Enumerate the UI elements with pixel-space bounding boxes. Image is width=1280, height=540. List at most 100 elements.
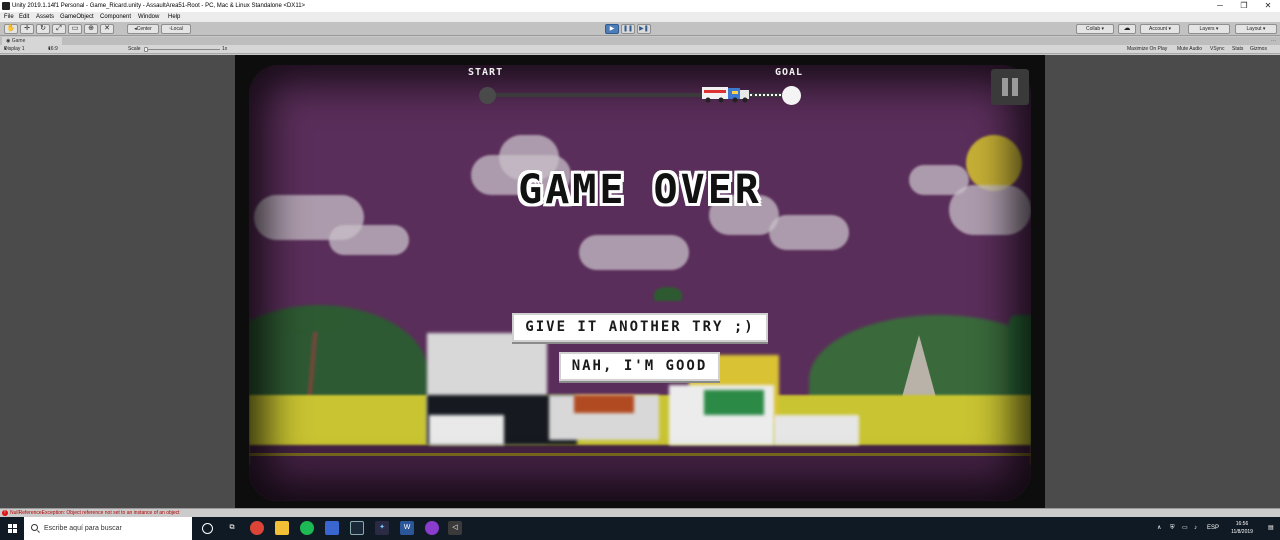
main-toolbar: ✋ ✛ ↻ ⤢ ▭ ⊕ ✕ ◂Center ▫Local ▶ ❚❚ ▶❚ Col… (0, 22, 1280, 36)
red-car (574, 395, 634, 413)
progress-start-label: START (468, 67, 504, 78)
stats-toggle[interactable]: Stats (1232, 45, 1243, 54)
scale-slider-track[interactable] (144, 49, 220, 50)
account-label: Account (1149, 26, 1168, 32)
vsync-toggle[interactable]: VSync (1210, 45, 1224, 54)
maximize-on-play-toggle[interactable]: Maximize On Play (1127, 45, 1167, 54)
cloud (769, 215, 849, 250)
progress-goal-label: GOAL (775, 67, 804, 78)
game-viewport (0, 55, 1280, 508)
white-car (774, 415, 859, 445)
menu-help[interactable]: Help (168, 12, 180, 22)
transform-tool-icon[interactable]: ⊕ (84, 24, 98, 34)
pivot-local-button[interactable]: ▫Local (161, 24, 191, 34)
task-view-icon[interactable]: ⧉ (225, 521, 239, 535)
visual-studio-icon[interactable]: ✦ (375, 521, 389, 535)
hand-tool-icon[interactable]: ✋ (4, 24, 18, 34)
file-explorer-icon[interactable] (275, 521, 289, 535)
chrome-icon[interactable] (250, 521, 264, 535)
pivot-center-button[interactable]: ◂Center (127, 24, 159, 34)
rotate-tool-icon[interactable]: ↻ (36, 24, 50, 34)
steam-icon[interactable] (350, 521, 364, 535)
maximize-icon[interactable]: ❐ (1232, 0, 1256, 12)
layers-label: Layers (1199, 26, 1215, 32)
custom-tool-icon[interactable]: ✕ (100, 24, 114, 34)
cortana-icon[interactable] (202, 523, 213, 534)
game-tab-strip: ◉ Game ⋯ (0, 37, 1280, 45)
crt-screen (249, 65, 1031, 501)
app-icon[interactable] (425, 521, 439, 535)
language-indicator[interactable]: ESP (1207, 517, 1219, 540)
menu-window[interactable]: Window (138, 12, 159, 22)
window-title: Unity 2019.1.14f1 Personal - Game_Ricard… (12, 3, 306, 9)
progress-truck-icon (702, 87, 749, 103)
pause-button[interactable]: ❚❚ (621, 24, 635, 34)
notifications-icon[interactable]: ▤ (1268, 517, 1274, 540)
console-error-message: NullReferenceException: Object reference… (10, 510, 180, 516)
spotify-icon[interactable] (300, 521, 314, 535)
move-tool-icon[interactable]: ✛ (20, 24, 34, 34)
mail-icon[interactable] (325, 521, 339, 535)
scale-slider-handle[interactable] (144, 47, 148, 52)
windows-logo-icon (8, 524, 12, 528)
unity-taskbar-icon[interactable]: ◁ (448, 521, 462, 535)
console-status-bar[interactable]: ! NullReferenceException: Object referen… (0, 508, 1280, 517)
start-button[interactable] (0, 517, 24, 540)
taskbar-search-box[interactable]: Escribe aquí para buscar (24, 517, 192, 540)
game-view-toolbar: Display 1 ▾ 16:9 ▾ Scale 1x Maximize On … (0, 45, 1280, 54)
game-over-title: GAME OVER (518, 167, 762, 213)
windows-taskbar: Escribe aquí para buscar ⧉ ✦ W ◁ ∧ ⛨ ▭ ♪… (0, 517, 1280, 540)
close-icon[interactable]: ✕ (1256, 0, 1280, 12)
scale-label: Scale (128, 46, 141, 52)
aspect-dropdown[interactable]: 16:9 ▾ (48, 45, 58, 54)
menu-edit[interactable]: Edit (19, 12, 29, 22)
scale-tool-icon[interactable]: ⤢ (52, 24, 66, 34)
account-dropdown[interactable]: Account ▾ (1140, 24, 1180, 34)
tab-menu-icon[interactable]: ⋯ (1271, 37, 1276, 45)
play-button[interactable]: ▶ (605, 24, 619, 34)
tab-game[interactable]: ◉ Game (2, 37, 62, 45)
pivot-label: Center (136, 26, 152, 32)
menu-component[interactable]: Component (100, 12, 131, 22)
step-button[interactable]: ▶❚ (637, 24, 651, 34)
gizmos-dropdown[interactable]: Gizmos (1250, 45, 1267, 54)
clock-time: 16:56 (1235, 521, 1249, 527)
mute-audio-toggle[interactable]: Mute Audio (1177, 45, 1202, 54)
cloud (329, 225, 409, 255)
cloud-icon[interactable]: ☁ (1118, 24, 1136, 34)
progress-goal-marker (782, 86, 801, 105)
palm-leaves (654, 287, 682, 301)
menu-gameobject[interactable]: GameObject (60, 12, 94, 22)
menu-assets[interactable]: Assets (36, 12, 54, 22)
cactus (1009, 315, 1031, 395)
battery-icon[interactable]: ▭ (1182, 517, 1188, 540)
search-icon (31, 524, 38, 531)
pause-game-button[interactable] (991, 69, 1029, 105)
layout-dropdown[interactable]: Layout ▾ (1235, 24, 1277, 34)
space-label: Local (170, 26, 183, 32)
quit-button[interactable]: NAH, I'M GOOD (559, 352, 720, 381)
word-icon[interactable]: W (400, 521, 414, 535)
palm-leaves (284, 310, 344, 332)
game-canvas[interactable] (235, 55, 1045, 508)
window-titlebar: Unity 2019.1.14f1 Personal - Game_Ricard… (0, 0, 1280, 12)
aspect-label: 16:9 (48, 46, 58, 52)
minimize-icon[interactable]: ─ (1208, 0, 1232, 12)
tray-chevron-icon[interactable]: ∧ (1157, 517, 1161, 540)
layers-dropdown[interactable]: Layers ▾ (1188, 24, 1230, 34)
network-icon[interactable]: ⛨ (1170, 517, 1175, 540)
pause-icon (1002, 78, 1008, 96)
scale-value: 1x (222, 46, 228, 52)
collab-button[interactable]: Collab ▾ (1076, 24, 1114, 34)
display-dropdown[interactable]: Display 1 ▾ (4, 45, 25, 54)
menu-bar: File Edit Assets GameObject Component Wi… (0, 12, 1280, 22)
unity-icon (2, 2, 10, 10)
retry-button[interactable]: GIVE IT ANOTHER TRY ;) (512, 313, 768, 342)
menu-file[interactable]: File (4, 12, 14, 22)
sun (966, 135, 1022, 191)
taskbar-clock[interactable]: 16:56 11/8/2019 (1222, 520, 1262, 536)
rect-tool-icon[interactable]: ▭ (68, 24, 82, 34)
volume-icon[interactable]: ♪ (1194, 517, 1197, 540)
road-stripe (249, 453, 1031, 456)
white-car (429, 415, 504, 445)
